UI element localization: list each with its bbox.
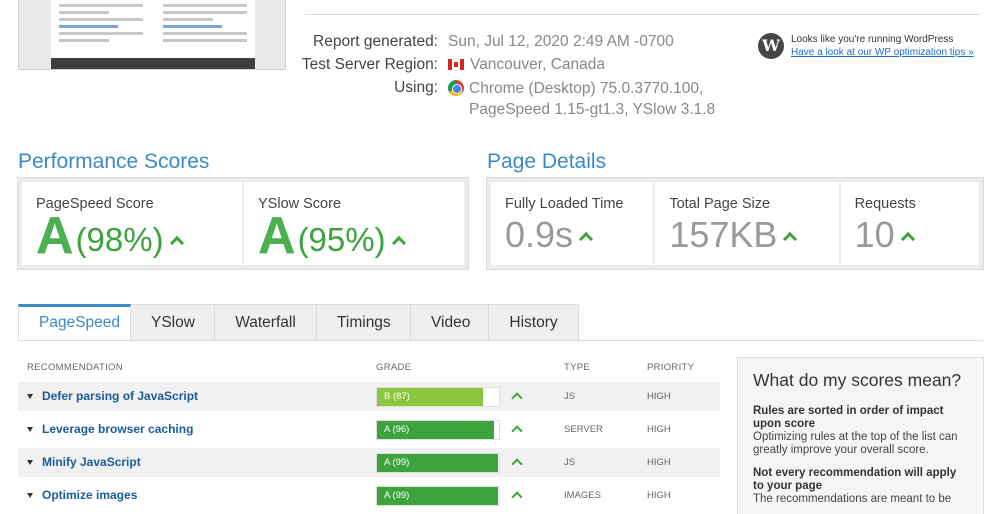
grade-bar: A (99) [376, 486, 500, 506]
canada-flag-icon [448, 59, 464, 70]
grade-bar: B (87) [376, 387, 500, 407]
using-value-tools: PageSpeed 1.15-gt1.3, YSlow 3.1.8 [469, 101, 716, 118]
type-value: IMAGES [564, 490, 601, 501]
grade-bar-fill: A (99) [377, 487, 498, 505]
scores-explanation-title: What do my scores mean? [753, 370, 962, 390]
pagespeed-grade: A [36, 207, 74, 265]
up-arrow-icon [578, 231, 594, 247]
col-type: TYPE [564, 362, 591, 373]
up-arrow-icon [511, 392, 523, 404]
grade-bar-fill: B (87) [377, 388, 484, 406]
tab-yslow[interactable]: YSlow [131, 304, 215, 341]
report-generated-value: Sun, Jul 12, 2020 2:49 AM -0700 [448, 33, 674, 50]
expand-caret-icon[interactable] [27, 427, 33, 432]
scores-explanation-text: The recommendations are meant to be [753, 493, 952, 505]
tab-pagespeed[interactable]: PageSpeed [18, 304, 131, 341]
up-arrow-icon [511, 425, 523, 437]
up-arrow-icon [511, 458, 523, 470]
scores-explanation-text: Optimizing rules at the top of the list … [753, 431, 958, 456]
report-tabs: PageSpeed YSlow Waterfall Timings Video … [18, 304, 579, 341]
report-meta: Report generated: Sun, Jul 12, 2020 2:49… [300, 32, 715, 124]
total-page-size-value: 157KB [669, 214, 778, 255]
tab-timings[interactable]: Timings [317, 304, 411, 341]
wordpress-logo-icon: W [758, 33, 784, 59]
divider [18, 340, 983, 341]
grade-bar: A (99) [376, 453, 500, 473]
col-priority: PRIORITY [647, 362, 695, 373]
yslow-percent: (95%) [297, 221, 386, 258]
fully-loaded-time-value: 0.9s [505, 214, 574, 255]
scores-explanation-heading: Rules are sorted in order of impact upon… [753, 405, 944, 430]
wp-optimization-tips-link[interactable]: Have a look at our WP optimization tips … [791, 46, 974, 59]
up-arrow-icon [783, 231, 798, 247]
performance-scores-panel: PageSpeed Score A (98%) YSlow Score A (9… [17, 177, 469, 270]
chrome-icon [448, 80, 464, 96]
col-recommendation: RECOMMENDATION [27, 362, 123, 373]
expand-caret-icon[interactable] [27, 460, 33, 465]
recommendation-name[interactable]: Leverage browser caching [42, 415, 193, 444]
page-screenshot-thumbnail [18, 0, 286, 70]
pagespeed-percent: (98%) [75, 221, 164, 258]
grade-bar: A (96) [376, 420, 500, 440]
fully-loaded-time: Fully Loaded Time 0.9s [491, 182, 654, 265]
table-row[interactable]: Optimize images A (99) IMAGES HIGH [18, 481, 720, 510]
yslow-score: YSlow Score A (95%) [244, 182, 464, 265]
type-value: SERVER [564, 424, 603, 435]
report-generated-label: Report generated: [313, 33, 438, 50]
requests-label: Requests [854, 196, 916, 212]
performance-scores-title: Performance Scores [18, 150, 210, 173]
expand-caret-icon[interactable] [27, 394, 33, 399]
scores-explanation-heading: Not every recommendation will apply to y… [753, 467, 957, 492]
wordpress-notice: W Looks like you're running WordPress Ha… [758, 33, 974, 59]
tab-video[interactable]: Video [411, 304, 489, 341]
recommendation-name[interactable]: Minify JavaScript [42, 448, 141, 477]
grade-bar-fill: A (96) [377, 421, 495, 439]
priority-value: HIGH [647, 490, 671, 501]
using-label: Using: [394, 79, 438, 96]
yslow-grade: A [258, 207, 296, 265]
expand-caret-icon[interactable] [27, 493, 33, 498]
divider [305, 14, 980, 15]
recommendation-name[interactable]: Defer parsing of JavaScript [42, 382, 198, 411]
total-page-size: Total Page Size 157KB [655, 182, 839, 265]
page-details-title: Page Details [487, 150, 607, 173]
priority-value: HIGH [647, 391, 671, 402]
wordpress-notice-text: Looks like you're running WordPress [791, 34, 954, 45]
fully-loaded-time-label: Fully Loaded Time [505, 196, 624, 212]
recommendation-name[interactable]: Optimize images [42, 481, 137, 510]
priority-value: HIGH [647, 457, 671, 468]
page-details-panel: Fully Loaded Time 0.9s Total Page Size 1… [486, 177, 984, 270]
scores-explanation-box: What do my scores mean? Rules are sorted… [737, 357, 984, 514]
up-arrow-icon [391, 235, 406, 251]
table-row[interactable]: Defer parsing of JavaScript B (87) JS HI… [18, 382, 720, 411]
up-arrow-icon [169, 235, 184, 251]
requests: Requests 10 [840, 182, 979, 265]
pagespeed-score: PageSpeed Score A (98%) [22, 182, 242, 265]
tab-history[interactable]: History [489, 304, 579, 341]
col-grade: GRADE [376, 362, 412, 373]
up-arrow-icon [900, 231, 915, 247]
priority-value: HIGH [647, 424, 671, 435]
grade-bar-fill: A (99) [377, 454, 498, 472]
table-row[interactable]: Minify JavaScript A (99) JS HIGH [18, 448, 720, 477]
total-page-size-label: Total Page Size [669, 196, 771, 212]
type-value: JS [564, 391, 576, 402]
region-label: Test Server Region: [301, 56, 438, 73]
table-row[interactable]: Leverage browser caching A (96) SERVER H… [18, 415, 720, 444]
type-value: JS [564, 457, 576, 468]
using-value-browser: Chrome (Desktop) 75.0.3770.100, [469, 80, 704, 97]
tab-waterfall[interactable]: Waterfall [215, 304, 317, 341]
up-arrow-icon [511, 491, 523, 503]
region-value: Vancouver, Canada [470, 56, 606, 73]
requests-value: 10 [854, 214, 895, 255]
